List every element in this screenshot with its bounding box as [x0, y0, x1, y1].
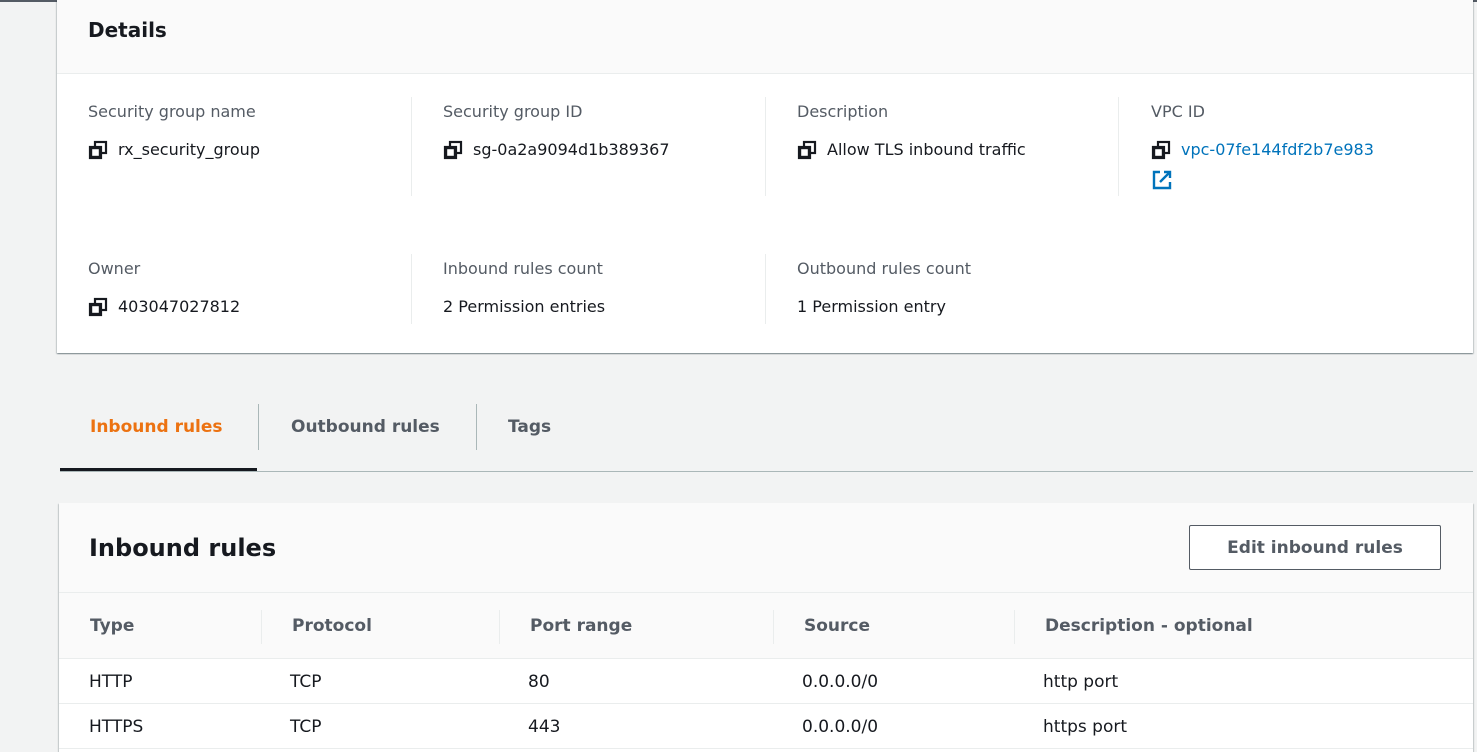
field-owner: Owner 403047027812 [88, 258, 412, 328]
field-value: rx_security_group [88, 139, 260, 161]
inbound-rules-title: Inbound rules [89, 534, 277, 562]
field-outbound-rules-count: Outbound rules count 1 Permission entry [765, 254, 1119, 324]
external-link-icon[interactable] [1151, 169, 1173, 191]
field-value: vpc-07fe144fdf2b7e983 [1151, 139, 1374, 161]
copy-icon[interactable] [1151, 140, 1171, 160]
table-row: HTTPS TCP 443 0.0.0.0/0 https port [59, 704, 1473, 749]
field-label: Description [797, 102, 889, 121]
inbound-rules-table: Type Protocol Port range Source Descript… [59, 592, 1473, 749]
inbound-rules-header: Inbound rules Edit inbound rules [59, 503, 1473, 592]
tab-tags[interactable]: Tags [477, 404, 587, 471]
outbound-rules-count-value: 1 Permission entry [797, 297, 946, 316]
column-divider[interactable] [499, 610, 500, 644]
field-inbound-rules-count: Inbound rules count 2 Permission entries [411, 254, 765, 324]
field-label: VPC ID [1151, 102, 1205, 121]
field-label: Security group ID [443, 102, 583, 121]
copy-icon[interactable] [797, 140, 817, 160]
details-title: Details [88, 18, 167, 42]
details-header: Details [57, 0, 1473, 74]
details-panel: Details Security group name rx_security_… [57, 0, 1473, 353]
copy-icon[interactable] [88, 297, 108, 317]
cell-description: https port [1043, 717, 1128, 737]
inbound-rules-count-value: 2 Permission entries [443, 297, 606, 316]
tab-inbound-rules[interactable]: Inbound rules [60, 404, 257, 471]
table-row: HTTP TCP 80 0.0.0.0/0 http port [59, 659, 1473, 704]
column-divider[interactable] [1014, 610, 1015, 644]
cell-port-range: 443 [528, 717, 561, 737]
column-header-description[interactable]: Description - optional [1045, 593, 1253, 659]
field-label: Outbound rules count [797, 259, 972, 278]
field-label: Security group name [88, 102, 256, 121]
field-value: 403047027812 [88, 296, 240, 318]
column-header-port-range[interactable]: Port range [530, 593, 632, 659]
cell-description: http port [1043, 672, 1119, 692]
field-label: Inbound rules count [443, 259, 603, 278]
tab-bar: Inbound rules Outbound rules Tags [60, 404, 1473, 472]
field-description: Description Allow TLS inbound traffic [765, 97, 1119, 196]
cell-protocol: TCP [290, 717, 322, 737]
cell-protocol: TCP [290, 672, 322, 692]
edit-inbound-rules-button[interactable]: Edit inbound rules [1189, 525, 1441, 570]
copy-icon[interactable] [88, 140, 108, 160]
tab-outbound-rules[interactable]: Outbound rules [259, 404, 476, 471]
column-divider[interactable] [261, 610, 262, 644]
column-header-source[interactable]: Source [804, 593, 870, 659]
cell-type: HTTPS [89, 717, 144, 737]
column-divider[interactable] [773, 610, 774, 644]
security-group-id-value: sg-0a2a9094d1b389367 [473, 140, 670, 159]
column-header-protocol[interactable]: Protocol [292, 593, 372, 659]
inbound-rules-panel: Inbound rules Edit inbound rules Type Pr… [59, 503, 1473, 752]
cell-source: 0.0.0.0/0 [802, 672, 879, 692]
cell-source: 0.0.0.0/0 [802, 717, 879, 737]
field-value: Allow TLS inbound traffic [797, 139, 1026, 161]
field-security-group-id: Security group ID sg-0a2a9094d1b389367 [411, 97, 765, 196]
cell-port-range: 80 [528, 672, 550, 692]
owner-value: 403047027812 [118, 297, 241, 316]
column-header-type[interactable]: Type [90, 593, 134, 659]
security-group-name-value: rx_security_group [118, 140, 260, 159]
field-label: Owner [88, 259, 141, 278]
cell-type: HTTP [89, 672, 133, 692]
field-value: sg-0a2a9094d1b389367 [443, 139, 670, 161]
table-header: Type Protocol Port range Source Descript… [59, 592, 1473, 659]
field-vpc-id: VPC ID vpc-07fe144fdf2b7e983 [1118, 97, 1458, 196]
field-security-group-name: Security group name rx_security_group [88, 101, 412, 196]
vpc-id-link[interactable]: vpc-07fe144fdf2b7e983 [1181, 139, 1374, 161]
description-value: Allow TLS inbound traffic [827, 140, 1026, 159]
copy-icon[interactable] [443, 140, 463, 160]
